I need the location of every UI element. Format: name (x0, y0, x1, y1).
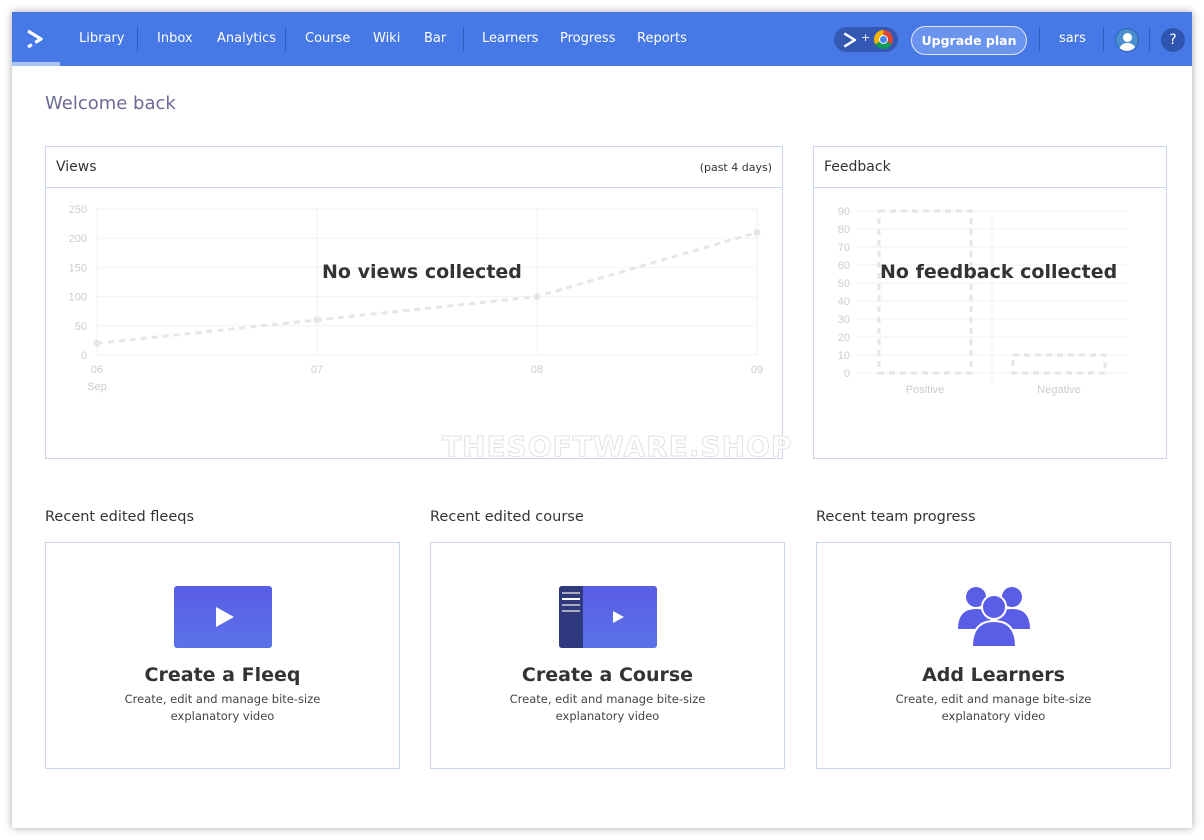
video-play-icon (174, 586, 272, 648)
y-tick-label: 0 (844, 368, 850, 380)
divider (463, 27, 464, 51)
y-tick-label: 50 (75, 321, 87, 333)
section-title-course: Recent edited course (430, 509, 584, 525)
add-learners-card[interactable]: Add Learners Create, edit and manage bit… (816, 542, 1171, 769)
y-tick-label: 20 (838, 332, 850, 344)
y-tick-label: 100 (69, 292, 87, 304)
top-nav: Library Inbox Analytics Course Wiki Bar … (12, 12, 1192, 66)
divider (137, 27, 138, 51)
card-title: Create a Fleeq (144, 664, 301, 686)
y-tick-label: 30 (838, 314, 850, 326)
nav-inbox[interactable]: Inbox (157, 31, 193, 46)
user-name[interactable]: sars (1059, 31, 1086, 46)
bar (1011, 353, 1107, 375)
section-title-team: Recent team progress (816, 509, 976, 525)
x-tick-label: Positive (906, 384, 945, 396)
data-point (93, 339, 101, 347)
x-tick-label: 08 (531, 364, 543, 376)
upgrade-plan-button[interactable]: Upgrade plan (911, 26, 1027, 55)
card-title: Add Learners (922, 664, 1065, 686)
y-tick-label: 10 (838, 350, 850, 362)
card-description: Create, edit and manage bite-size explan… (124, 692, 321, 723)
divider (1039, 27, 1040, 51)
nav-course[interactable]: Course (305, 31, 350, 46)
x-tick-label: Negative (1037, 384, 1080, 396)
users-group-icon (958, 587, 1030, 648)
divider (1149, 27, 1150, 51)
views-panel: Views (past 4 days) 0 50 100 150 200 250 06 Sep 0… (45, 146, 783, 459)
y-tick-label: 90 (838, 206, 850, 218)
data-point (313, 316, 321, 324)
fleeq-logo-icon (843, 32, 857, 48)
create-fleeq-card[interactable]: Create a Fleeq Create, edit and manage b… (45, 542, 400, 769)
feedback-chart: 0 10 20 30 40 50 60 70 80 90 Positive Negative (838, 206, 1126, 396)
nav-library[interactable]: Library (79, 31, 124, 46)
card-title: Create a Course (521, 664, 694, 686)
feedback-panel: Feedback 0 10 20 30 40 50 60 70 80 90 Positive Nega… (813, 146, 1167, 459)
y-tick-label: 250 (69, 204, 87, 216)
watermark: THESOFTWARE.SHOP (441, 430, 793, 464)
active-tab-indicator (12, 62, 60, 66)
x-tick-sublabel: Sep (87, 381, 107, 393)
views-empty-message: No views collected (322, 261, 522, 283)
help-button[interactable]: ? (1161, 28, 1185, 52)
feedback-title: Feedback (824, 159, 891, 175)
fleeq-logo-icon[interactable] (24, 28, 46, 50)
divider (285, 27, 286, 51)
x-tick-label: 06 (91, 364, 103, 376)
views-title: Views (56, 159, 97, 175)
nav-reports[interactable]: Reports (637, 31, 687, 46)
x-tick-label: 07 (311, 364, 323, 376)
y-tick-label: 0 (81, 350, 87, 362)
create-course-card[interactable]: Create a Course Create, edit and manage … (430, 542, 785, 769)
nav-learners[interactable]: Learners (482, 31, 538, 46)
chrome-extension-button[interactable]: + (834, 27, 898, 52)
nav-bar[interactable]: Bar (424, 31, 446, 46)
page-title: Welcome back (45, 93, 176, 114)
series-line (96, 230, 758, 345)
nav-analytics[interactable]: Analytics (217, 31, 276, 46)
views-range: (past 4 days) (699, 160, 772, 174)
section-title-fleeqs: Recent edited fleeqs (45, 509, 195, 525)
app-window: Library Inbox Analytics Course Wiki Bar … (12, 12, 1192, 828)
chrome-icon (874, 30, 893, 49)
y-tick-label: 60 (838, 260, 850, 272)
data-point (533, 293, 541, 301)
avatar[interactable] (1115, 28, 1139, 52)
y-tick-label: 40 (838, 296, 850, 308)
course-video-icon (559, 586, 657, 648)
y-tick-label: 150 (69, 262, 87, 274)
feedback-empty-message: No feedback collected (880, 261, 1118, 283)
y-tick-label: 200 (69, 233, 87, 245)
card-description: Create, edit and manage bite-size explan… (895, 692, 1092, 723)
y-tick-label: 50 (838, 278, 850, 290)
nav-wiki[interactable]: Wiki (373, 31, 400, 46)
bar (877, 209, 973, 375)
nav-progress[interactable]: Progress (560, 31, 615, 46)
views-chart: 0 50 100 150 200 250 06 Sep 07 08 09 (69, 204, 763, 393)
card-description: Create, edit and manage bite-size explan… (509, 692, 706, 723)
data-point (753, 228, 761, 236)
x-tick-label: 09 (751, 364, 763, 376)
y-tick-label: 80 (838, 224, 850, 236)
plus-sign: + (861, 31, 871, 44)
y-tick-label: 70 (838, 242, 850, 254)
divider (1103, 27, 1104, 51)
